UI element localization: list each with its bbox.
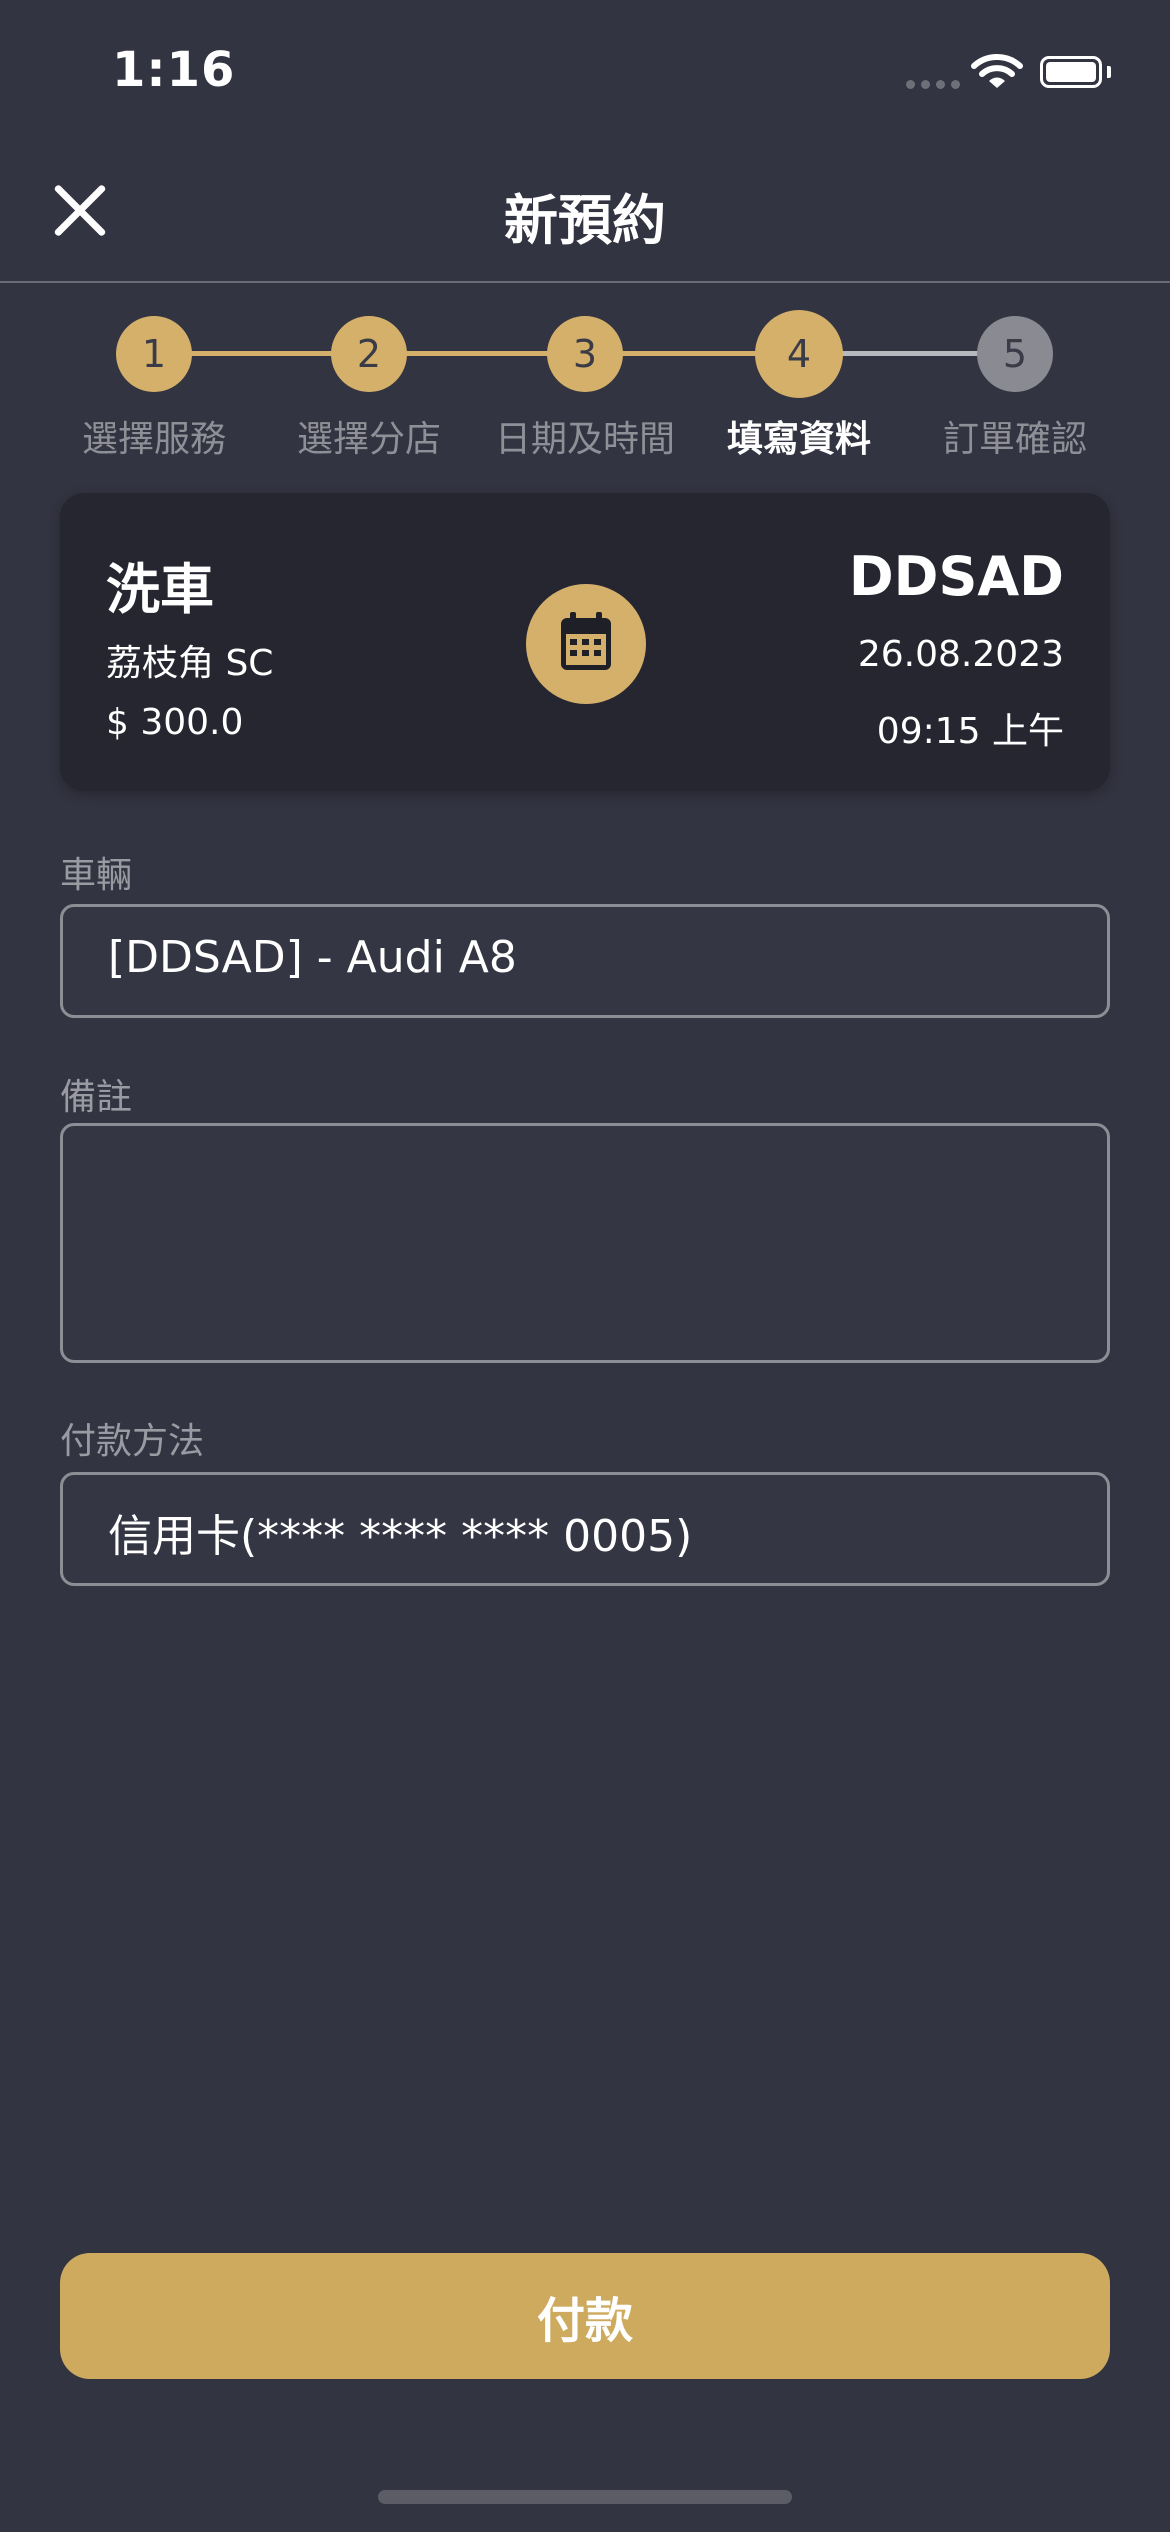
payment-method-value: 信用卡(**** **** **** 0005) <box>108 1511 693 1562</box>
remarks-label: 備註 <box>60 1077 133 1118</box>
step-3-label: 日期及時間 <box>494 419 675 460</box>
step-4-circle[interactable]: 4 <box>755 310 843 398</box>
step-5-circle[interactable]: 5 <box>977 316 1053 392</box>
header-divider <box>0 281 1170 283</box>
status-time: 1:16 <box>112 42 236 98</box>
branch-name: 荔枝角 SC <box>106 643 274 684</box>
battery-cap <box>1107 66 1111 78</box>
vehicle-label: 車輛 <box>60 855 133 896</box>
home-indicator <box>378 2490 792 2504</box>
payment-method-label: 付款方法 <box>60 1421 205 1462</box>
pay-button[interactable]: 付款 <box>60 2253 1110 2379</box>
signal-icon <box>906 80 960 89</box>
vehicle-plate: DDSAD <box>848 545 1064 608</box>
page-title: 新預約 <box>504 189 666 252</box>
step-2-label: 選擇分店 <box>296 419 441 460</box>
booking-date: 26.08.2023 <box>857 634 1064 675</box>
battery-icon <box>1040 56 1102 88</box>
step-1-circle[interactable]: 1 <box>116 316 192 392</box>
calendar-icon <box>561 612 611 670</box>
step-2-circle[interactable]: 2 <box>331 316 407 392</box>
booking-time: 09:15 上午 <box>876 711 1064 752</box>
remarks-input[interactable] <box>60 1123 1110 1363</box>
step-1-label: 選擇服務 <box>81 419 226 460</box>
service-price: $ 300.0 <box>106 702 244 743</box>
step-5-label: 訂單確認 <box>942 419 1087 460</box>
step-4-label: 填寫資料 <box>726 419 871 460</box>
wifi-icon <box>971 54 1023 88</box>
service-name: 洗車 <box>106 558 214 621</box>
vehicle-value: [DDSAD] - Audi A8 <box>108 932 517 983</box>
calendar-badge <box>526 584 646 704</box>
step-3-circle[interactable]: 3 <box>547 316 623 392</box>
